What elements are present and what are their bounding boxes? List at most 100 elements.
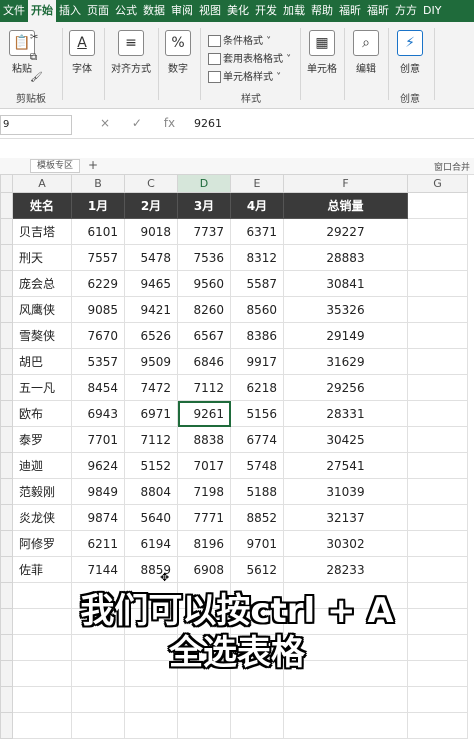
value-cell[interactable]: 9917 <box>230 348 284 375</box>
empty-cell[interactable] <box>407 556 468 583</box>
ribbon-tab[interactable]: 开始 <box>28 0 56 22</box>
ribbon-tab[interactable]: 福昕 <box>364 0 392 22</box>
value-cell[interactable]: 5587 <box>230 270 284 297</box>
value-cell[interactable]: 6218 <box>230 374 284 401</box>
add-sheet-icon[interactable]: + <box>88 158 98 172</box>
value-cell[interactable]: 29256 <box>283 374 408 401</box>
cut-icon[interactable]: ✂ <box>30 32 38 43</box>
value-cell[interactable]: 9261 <box>177 400 231 427</box>
empty-cell[interactable] <box>407 296 468 323</box>
name-cell[interactable]: 阿修罗 <box>12 530 72 557</box>
empty-cell[interactable] <box>407 270 468 297</box>
value-cell[interactable]: 6101 <box>71 218 125 245</box>
value-cell[interactable]: 6211 <box>71 530 125 557</box>
value-cell[interactable]: 9849 <box>71 478 125 505</box>
name-cell[interactable]: 雪獒侠 <box>12 322 72 349</box>
ribbon-tab[interactable]: 方方 <box>392 0 420 22</box>
ribbon-tab[interactable]: 加载 <box>280 0 308 22</box>
confirm-icon[interactable]: ✓ <box>132 116 142 130</box>
value-cell[interactable]: 5357 <box>71 348 125 375</box>
value-cell[interactable]: 28233 <box>283 556 408 583</box>
cell-style-button[interactable]: 单元格样式 ˅ <box>208 68 281 83</box>
ribbon-tab[interactable]: 开发 <box>252 0 280 22</box>
value-cell[interactable]: 8852 <box>230 504 284 531</box>
ribbon-tab[interactable]: 美化 <box>224 0 252 22</box>
table-header-cell[interactable]: 3月 <box>177 192 231 219</box>
empty-cell[interactable] <box>407 426 468 453</box>
name-cell[interactable]: 欧布 <box>12 400 72 427</box>
value-cell[interactable]: 9465 <box>124 270 178 297</box>
value-cell[interactable]: 8859 <box>124 556 178 583</box>
value-cell[interactable]: 7771 <box>177 504 231 531</box>
value-cell[interactable]: 9701 <box>230 530 284 557</box>
ribbon-tab[interactable]: 审阅 <box>168 0 196 22</box>
empty-cell[interactable] <box>407 322 468 349</box>
row-header[interactable] <box>0 322 13 349</box>
empty-cell[interactable] <box>12 712 72 739</box>
row-header[interactable] <box>0 296 13 323</box>
value-cell[interactable]: 6971 <box>124 400 178 427</box>
value-cell[interactable]: 8196 <box>177 530 231 557</box>
row-header[interactable] <box>0 504 13 531</box>
value-cell[interactable]: 5748 <box>230 452 284 479</box>
value-cell[interactable]: 9085 <box>71 296 125 323</box>
value-cell[interactable]: 6229 <box>71 270 125 297</box>
value-cell[interactable]: 7737 <box>177 218 231 245</box>
value-cell[interactable]: 8838 <box>177 426 231 453</box>
row-header[interactable] <box>0 374 13 401</box>
ribbon-tab[interactable]: 视图 <box>196 0 224 22</box>
value-cell[interactable]: 5188 <box>230 478 284 505</box>
row-header[interactable] <box>0 686 13 713</box>
cells-button[interactable]: ▦ 单元格 <box>300 28 344 75</box>
number-format-button[interactable]: % 数字 <box>156 28 200 75</box>
ribbon-tab[interactable]: DIY <box>420 0 444 22</box>
value-cell[interactable]: 7557 <box>71 244 125 271</box>
edit-button[interactable]: ⌕ 编辑 <box>344 28 388 75</box>
row-header[interactable] <box>0 452 13 479</box>
value-cell[interactable]: 6943 <box>71 400 125 427</box>
column-header[interactable]: G <box>407 174 468 193</box>
value-cell[interactable]: 8454 <box>71 374 125 401</box>
empty-cell[interactable] <box>407 374 468 401</box>
empty-cell[interactable] <box>283 686 408 713</box>
table-header-cell[interactable]: 4月 <box>230 192 284 219</box>
value-cell[interactable]: 5152 <box>124 452 178 479</box>
column-header[interactable]: A <box>12 174 72 193</box>
value-cell[interactable]: 6371 <box>230 218 284 245</box>
value-cell[interactable]: 5640 <box>124 504 178 531</box>
row-header[interactable] <box>0 530 13 557</box>
value-cell[interactable]: 9421 <box>124 296 178 323</box>
row-header[interactable] <box>0 712 13 739</box>
name-box[interactable]: 9 <box>0 115 72 135</box>
alignment-button[interactable]: ≡ 对齐方式 <box>106 28 156 75</box>
value-cell[interactable]: 31039 <box>283 478 408 505</box>
value-cell[interactable]: 9018 <box>124 218 178 245</box>
create-button[interactable]: ⚡ 创意 <box>388 28 432 75</box>
row-header[interactable] <box>0 244 13 271</box>
empty-cell[interactable] <box>407 218 468 245</box>
row-header[interactable] <box>0 218 13 245</box>
value-cell[interactable]: 31629 <box>283 348 408 375</box>
empty-cell[interactable] <box>177 712 231 739</box>
value-cell[interactable]: 30302 <box>283 530 408 557</box>
value-cell[interactable]: 7017 <box>177 452 231 479</box>
empty-cell[interactable] <box>407 400 468 427</box>
empty-cell[interactable] <box>177 686 231 713</box>
value-cell[interactable]: 8560 <box>230 296 284 323</box>
value-cell[interactable]: 7670 <box>71 322 125 349</box>
cancel-icon[interactable]: × <box>100 116 110 130</box>
value-cell[interactable]: 8386 <box>230 322 284 349</box>
value-cell[interactable]: 35326 <box>283 296 408 323</box>
empty-cell[interactable] <box>230 712 284 739</box>
empty-cell[interactable] <box>12 686 72 713</box>
row-header[interactable] <box>0 478 13 505</box>
table-header-cell[interactable]: 2月 <box>124 192 178 219</box>
column-header[interactable]: B <box>71 174 125 193</box>
value-cell[interactable]: 5612 <box>230 556 284 583</box>
formula-input[interactable]: 9261 <box>194 117 222 130</box>
empty-cell[interactable] <box>407 478 468 505</box>
value-cell[interactable]: 8804 <box>124 478 178 505</box>
name-cell[interactable]: 庞会总 <box>12 270 72 297</box>
value-cell[interactable]: 6846 <box>177 348 231 375</box>
table-header-cell[interactable]: 总销量 <box>283 192 408 219</box>
